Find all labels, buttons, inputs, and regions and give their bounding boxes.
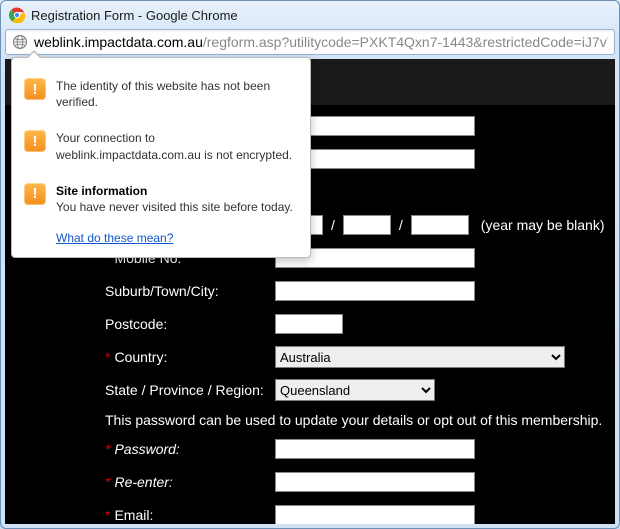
dob-sep-1: /: [331, 217, 335, 233]
country-label: *Country:: [105, 349, 275, 365]
url-path: /regform.asp?utilitycode=PXKT4Qxn7-1443&…: [203, 34, 608, 50]
identity-warning: ! The identity of this website has not b…: [24, 68, 298, 120]
email-input[interactable]: [275, 505, 475, 524]
row-state: State / Province / Region: Queensland: [105, 378, 605, 402]
warning-icon: !: [24, 130, 46, 152]
row-suburb: Suburb/Town/City:: [105, 279, 605, 303]
dob-hint: (year may be blank): [481, 217, 605, 233]
site-info: ! Site information You have never visite…: [24, 173, 298, 225]
identity-warning-text: The identity of this website has not bee…: [56, 78, 298, 110]
reenter-input[interactable]: [275, 472, 475, 492]
warning-icon: !: [24, 78, 46, 100]
password-label: *Password:: [105, 441, 275, 457]
encryption-warning-text: Your connection to weblink.impactdata.co…: [56, 130, 298, 162]
dob-sep-2: /: [399, 217, 403, 233]
address-bar[interactable]: weblink.impactdata.com.au/regform.asp?ut…: [5, 29, 615, 55]
suburb-input[interactable]: [275, 281, 475, 301]
dob-month-input[interactable]: [343, 215, 391, 235]
postcode-input[interactable]: [275, 314, 343, 334]
state-select[interactable]: Queensland: [275, 379, 435, 401]
dob-year-input[interactable]: [411, 215, 469, 235]
row-password: *Password:: [105, 437, 605, 461]
url-host: weblink.impactdata.com.au: [34, 34, 203, 50]
site-identity-popup: ! The identity of this website has not b…: [11, 57, 311, 258]
site-info-title: Site information: [56, 184, 147, 198]
encryption-warning: ! Your connection to weblink.impactdata.…: [24, 120, 298, 172]
site-info-body: You have never visited this site before …: [56, 200, 293, 214]
state-label: State / Province / Region:: [105, 382, 275, 398]
password-note: This password can be used to update your…: [105, 412, 605, 428]
postcode-label: Postcode:: [105, 316, 275, 332]
row-email: *Email:: [105, 503, 605, 524]
row-reenter: *Re-enter:: [105, 470, 605, 494]
title-bar: Registration Form - Google Chrome: [1, 1, 619, 29]
reenter-label: *Re-enter:: [105, 474, 275, 490]
window-frame: Registration Form - Google Chrome weblin…: [0, 0, 620, 529]
password-input[interactable]: [275, 439, 475, 459]
what-do-these-mean-link[interactable]: What do these mean?: [24, 231, 173, 245]
country-select[interactable]: Australia: [275, 346, 565, 368]
email-label: *Email:: [105, 507, 275, 523]
warning-icon: !: [24, 183, 46, 205]
window-title: Registration Form - Google Chrome: [31, 8, 238, 23]
suburb-label: Suburb/Town/City:: [105, 283, 275, 299]
site-identity-icon[interactable]: [12, 34, 28, 50]
chrome-icon: [9, 7, 25, 23]
url-text[interactable]: weblink.impactdata.com.au/regform.asp?ut…: [34, 34, 608, 50]
row-country: *Country: Australia: [105, 345, 605, 369]
site-info-text: Site information You have never visited …: [56, 183, 298, 215]
row-postcode: Postcode:: [105, 312, 605, 336]
